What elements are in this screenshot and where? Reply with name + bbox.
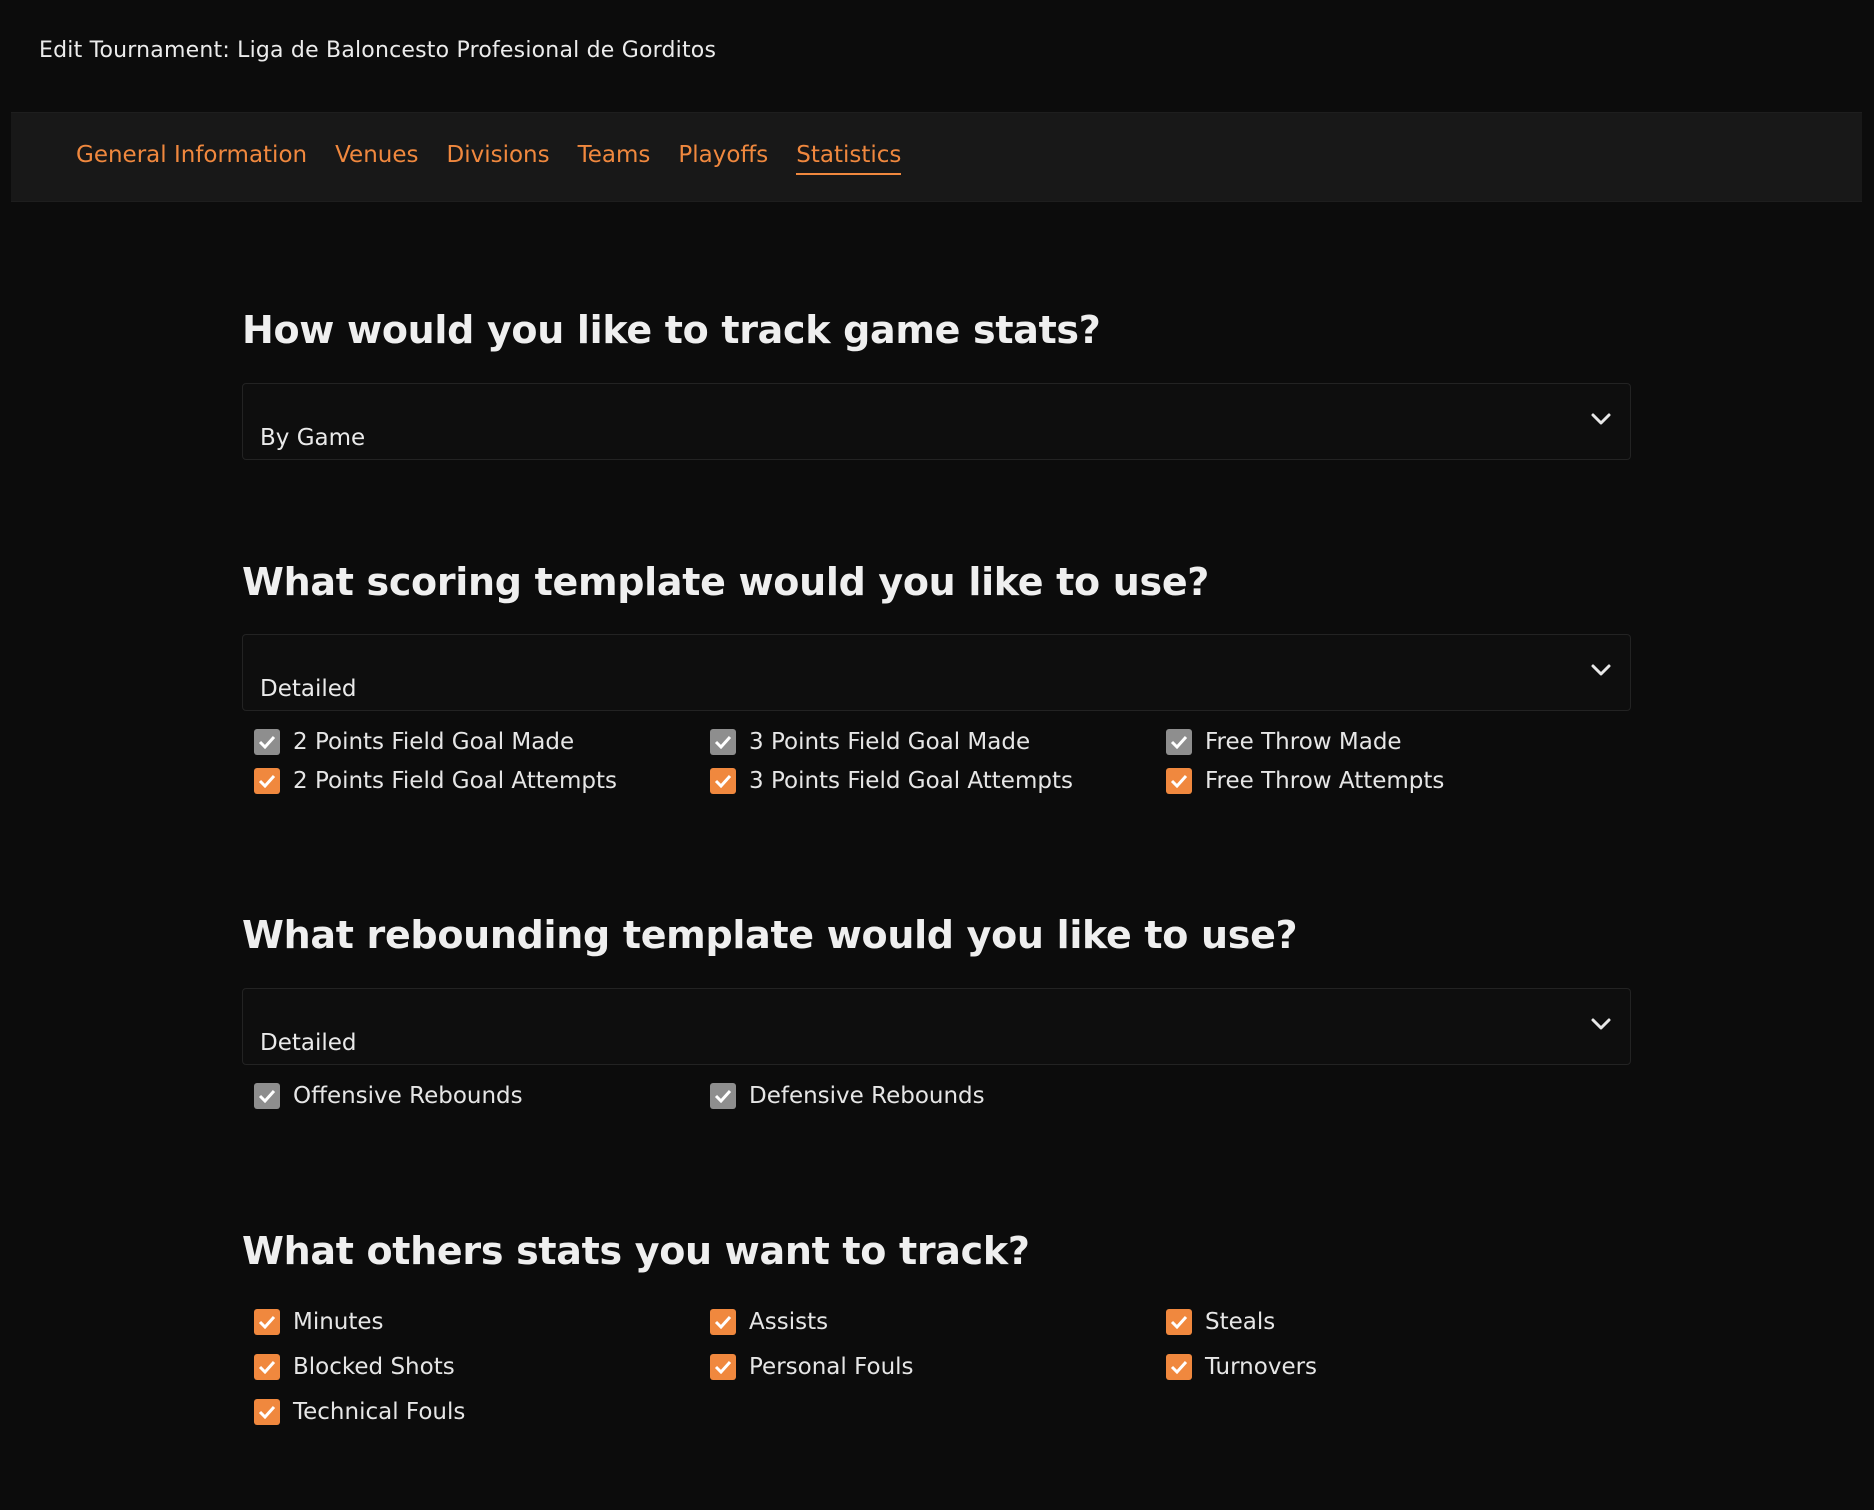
checkbox-label: Defensive Rebounds: [749, 1083, 985, 1109]
rebounding-selected-value: Detailed: [260, 1030, 357, 1056]
checkbox-3pt-fg-made[interactable]: 3 Points Field Goal Made: [710, 727, 1166, 757]
rebounding-options-row: Offensive Rebounds Defensive Rebounds: [254, 1081, 1166, 1111]
checkbox-label: Personal Fouls: [749, 1354, 914, 1380]
checkbox-label: Technical Fouls: [293, 1399, 466, 1425]
check-icon: [254, 768, 280, 794]
game-stats-selected-value: By Game: [260, 425, 366, 451]
chevron-down-icon: [1591, 413, 1611, 425]
checkbox-label: Turnovers: [1205, 1354, 1318, 1380]
checkbox-3pt-fg-attempts[interactable]: 3 Points Field Goal Attempts: [710, 766, 1166, 796]
scoring-template-select[interactable]: Detailed: [242, 634, 1631, 711]
checkbox-free-throw-attempts[interactable]: Free Throw Attempts: [1166, 766, 1622, 796]
chevron-down-icon: [1591, 664, 1611, 676]
chevron-down-icon: [1591, 1018, 1611, 1030]
other-stats-heading: What others stats you want to track?: [242, 1229, 1030, 1273]
check-icon: [710, 768, 736, 794]
checkbox-label: Free Throw Attempts: [1205, 768, 1445, 794]
checkbox-label: Minutes: [293, 1309, 384, 1335]
checkbox-personal-fouls[interactable]: Personal Fouls: [710, 1352, 1166, 1382]
check-icon: [254, 1083, 280, 1109]
check-icon: [1166, 768, 1192, 794]
checkbox-label: 3 Points Field Goal Attempts: [749, 768, 1073, 794]
game-stats-heading: How would you like to track game stats?: [242, 308, 1101, 352]
other-stats-row-2: Blocked Shots Personal Fouls Turnovers: [254, 1352, 1622, 1382]
scoring-options-row-2: 2 Points Field Goal Attempts 3 Points Fi…: [254, 766, 1622, 796]
checkbox-steals[interactable]: Steals: [1166, 1307, 1622, 1337]
checkbox-label: 2 Points Field Goal Attempts: [293, 768, 617, 794]
rebounding-template-select[interactable]: Detailed: [242, 988, 1631, 1065]
check-icon: [254, 1399, 280, 1425]
checkbox-assists[interactable]: Assists: [710, 1307, 1166, 1337]
other-stats-row-1: Minutes Assists Steals: [254, 1307, 1622, 1337]
checkbox-2pt-fg-made[interactable]: 2 Points Field Goal Made: [254, 727, 710, 757]
page-title: Edit Tournament: Liga de Baloncesto Prof…: [39, 38, 717, 63]
checkbox-2pt-fg-attempts[interactable]: 2 Points Field Goal Attempts: [254, 766, 710, 796]
checkbox-label: Assists: [749, 1309, 829, 1335]
checkbox-defensive-rebounds[interactable]: Defensive Rebounds: [710, 1081, 1166, 1111]
checkbox-free-throw-made[interactable]: Free Throw Made: [1166, 727, 1622, 757]
check-icon: [254, 729, 280, 755]
scoring-options-row-1: 2 Points Field Goal Made 3 Points Field …: [254, 727, 1622, 757]
checkbox-blocked-shots[interactable]: Blocked Shots: [254, 1352, 710, 1382]
checkbox-label: 2 Points Field Goal Made: [293, 729, 575, 755]
checkbox-label: Free Throw Made: [1205, 729, 1402, 755]
checkbox-label: Offensive Rebounds: [293, 1083, 523, 1109]
other-stats-row-3: Technical Fouls: [254, 1397, 710, 1427]
check-icon: [1166, 1354, 1192, 1380]
check-icon: [254, 1309, 280, 1335]
checkbox-technical-fouls[interactable]: Technical Fouls: [254, 1397, 710, 1427]
tab-divisions[interactable]: Divisions: [446, 140, 549, 175]
check-icon: [1166, 729, 1192, 755]
checkbox-minutes[interactable]: Minutes: [254, 1307, 710, 1337]
tab-statistics[interactable]: Statistics: [796, 140, 902, 175]
check-icon: [710, 1083, 736, 1109]
scoring-selected-value: Detailed: [260, 676, 357, 702]
check-icon: [710, 1354, 736, 1380]
checkbox-label: Blocked Shots: [293, 1354, 455, 1380]
checkbox-turnovers[interactable]: Turnovers: [1166, 1352, 1622, 1382]
checkbox-label: 3 Points Field Goal Made: [749, 729, 1031, 755]
tab-teams[interactable]: Teams: [578, 140, 651, 175]
scoring-heading: What scoring template would you like to …: [242, 560, 1210, 604]
rebounding-heading: What rebounding template would you like …: [242, 913, 1298, 957]
tab-venues[interactable]: Venues: [335, 140, 418, 175]
check-icon: [710, 729, 736, 755]
check-icon: [710, 1309, 736, 1335]
tab-general-information[interactable]: General Information: [76, 140, 307, 175]
checkbox-offensive-rebounds[interactable]: Offensive Rebounds: [254, 1081, 710, 1111]
game-stats-select[interactable]: By Game: [242, 383, 1631, 460]
tab-bar: General Information Venues Divisions Tea…: [11, 112, 1862, 202]
check-icon: [254, 1354, 280, 1380]
check-icon: [1166, 1309, 1192, 1335]
tab-playoffs[interactable]: Playoffs: [678, 140, 768, 175]
checkbox-label: Steals: [1205, 1309, 1276, 1335]
